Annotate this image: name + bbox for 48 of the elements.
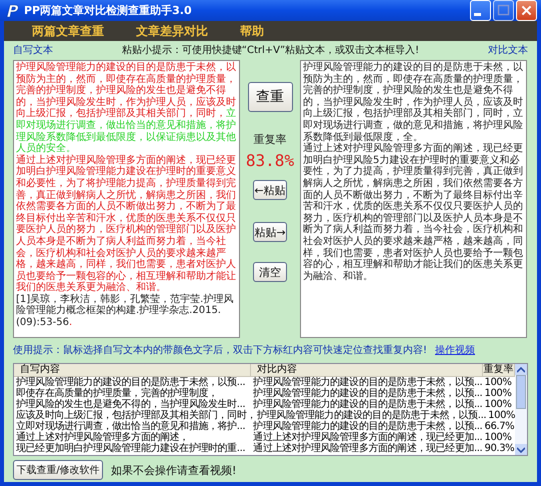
help-note: 如果不会操作请查看视频! — [111, 462, 236, 478]
window-title: PP两篇文章对比检测查重助手3.0 — [24, 3, 193, 18]
compare-text-area[interactable]: 护理风险管理能力的建设的目的是防患于未然，以预防为主的，然而，即使存在高质量的护理质量，完善的护理制度，护理风险的发生也是避免不得的，当护理风险发生时，作为护理人员，应该及时向上级汇报，包括护理部及其相关部门，同时，立即对现场进行调查，做的意见和措施，将护理风险系数降低到最低限度，全。 通过上述对护理风险管理多方面的阐述，现已经更加明白护理风险5力建设在护理时的重要意义和必要性，为了力提高，护理质量得到完善，真正做到解病人之所忧，解病患之所困，我们依然需要各方面的人员不断做出努力，不断为了最终目标付出辛苦和汗水，优质的医患关系不仅仅只要医护人员的努力，医疗机构的管理部门以及医护人员本身是不断为了病人利益而努力着，当今社会，医疗机构和社会对医护人员的要求越来越严格，越来越高，同样，我们也需要，患者对医护人员也要给予一颗包容的心，相互理解和帮助才能让我们的医患关系更为融洽、和谐。 — [300, 60, 527, 338]
minimize-button[interactable] — [470, 0, 491, 21]
close-button[interactable] — [516, 0, 537, 21]
table-cell-text: 应该及时向上级汇报，包括护理部及其相关部门，同时， — [15, 410, 255, 421]
table-cell-text: 护理风险管理能力的建设的目的是防患于未然，以预... — [252, 421, 482, 432]
table-cell-text: 66.7% — [484, 421, 515, 432]
paste-left-button[interactable]: ←粘贴 — [253, 180, 287, 200]
table-cell-text: 100% — [487, 410, 515, 421]
table-cell-text: 护理风险管理能力的建设的目的是防患于未然，以预... — [15, 377, 246, 388]
app-logo-icon — [4, 2, 20, 18]
own-text-area[interactable]: 护理风险管理能力的建设的目的是防患于未然，以预防为主的，然而，即使存在高质量的护理质量，完善的护理制度，护理风险的发生也是避免不得的，当护理风险发生时，作为护理人员，应该及时向上级汇报，包括护理部及其相关部门，同时，立即对现场进行调查，做出恰当的意见和措施，将护理风险系数降低到最低限度，以保证病患以及其他人员的安全。 通过上述对护理风险管理多方面的阐述，现已经更加明白护理风险管理能力建设在护理时的重要意义和必要性，为了将护理能力提高，护理质量得到完善，真正做到解病人之所忧，解病患之所困，我们依然需要各方面的人员不断做出努力，不断为了最终目标付出辛苦和汗水，优质的医患关系不仅仅只要医护人员的努力，医疗机构的管理部门以及医护人员本身是不断为了病人利益而努力着，当今社会，医疗机构和社会对医护人员的要求越来越严格，越来越高，同样，我们也需要，患者对医护人员也要给予一颗包容的心，相互理解和帮助才能让我们的医患关系更为融洽、和谐。 [1]吴琼，李秋洁，韩影，孔繁莹，范宇莹.护理风险管理能力概念框架的构建.护理学杂志.2015.(09):53-56. — [13, 60, 240, 338]
maximize-button[interactable] — [493, 0, 514, 21]
video-link[interactable]: 操作视频 — [435, 343, 476, 357]
table-cell-text: 100% — [484, 377, 512, 388]
check-button[interactable]: 查重 — [248, 82, 292, 112]
minimize-icon — [474, 13, 481, 16]
table-cell-text: 通过上述对护理风险管理多方面的阐述，现已经更加... — [252, 432, 482, 443]
table-cell-text: 100% — [484, 399, 512, 410]
table-cell-text: 护理风险管理能力的建设的目的是防患于未然，以预... — [252, 399, 482, 410]
table-cell-text: 护理风险管理能力的建设的目的是防患于未然，以预... — [257, 410, 486, 421]
table-cell-text: 现已经更加明白护理风险管理能力建设在护理时的重... — [15, 443, 246, 454]
table-cell-text: 通过上述对护理风险管理多方面的阐述，现已经更加... — [252, 443, 482, 454]
menu-item[interactable]: 两篇文章查重 — [32, 22, 136, 40]
section-label: 自写文本 — [13, 44, 53, 57]
rate-label: 重复率 — [254, 132, 286, 147]
table-cell-text: 护理风险管理能力的建设的目的是防患于未然，以预... — [252, 388, 482, 399]
rate-value: 83.8% — [246, 151, 294, 170]
menu-item[interactable]: 帮助 — [240, 22, 344, 40]
usage-hint: 使用提示：鼠标选择自写文本内的带颜色文字后，双击下方标红内容可快速定位查找重复内容! — [13, 344, 428, 357]
table-cell-text: 100% — [484, 432, 512, 443]
table-cell-text: 即使存在高质量的护理质量，完善的护理制度， — [15, 388, 218, 399]
table-cell-text: 100% — [484, 388, 512, 399]
paste-right-button[interactable]: 粘贴→ — [253, 222, 287, 242]
menu-item[interactable]: 文章差异对比 — [136, 22, 240, 40]
clear-button[interactable]: 清空 — [253, 262, 287, 282]
scroll-down-icon[interactable] — [517, 446, 525, 452]
download-button[interactable]: 下载查重/修改软件 — [13, 460, 103, 480]
table-cell-text: 90.3% — [484, 443, 515, 454]
scrollbar[interactable] — [515, 364, 527, 455]
table-cell-text: 护理风险管理能力的建设的目的是防患于未然，以预... — [252, 377, 482, 388]
section-label: 对比文本 — [488, 44, 528, 57]
scroll-up-icon[interactable] — [517, 366, 525, 372]
table-cell-text: 通过上述对护理风险管理多方面的阐述， — [15, 432, 189, 443]
paste-tip: 粘贴小提示：可使用快捷键“Ctrl+V”粘贴文本，或双击文本框导入! — [122, 44, 420, 57]
table-cell-text: 护理风险的发生也是避免不得的，当护理风险发生时... — [15, 399, 246, 410]
table-cell-text: 立即对现场进行调查，做出恰当的意见和措施，将护... — [15, 421, 246, 432]
